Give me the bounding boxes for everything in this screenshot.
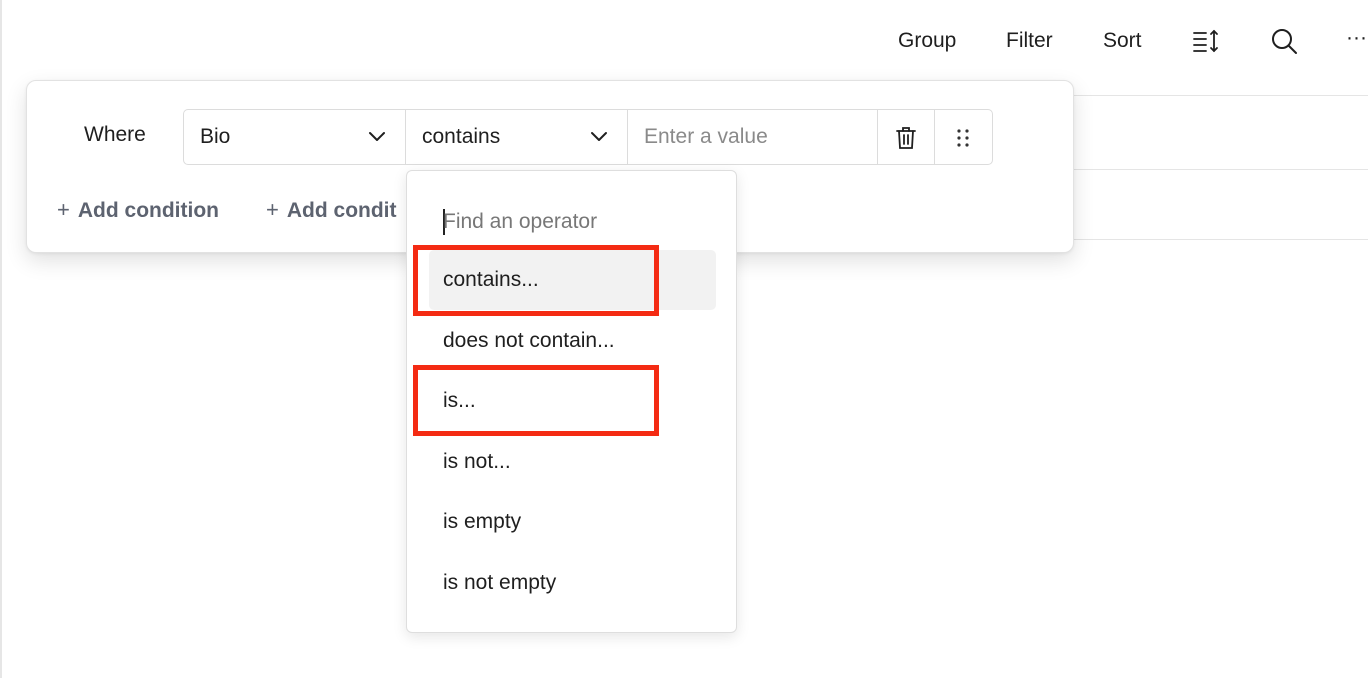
drag-handle-icon — [957, 129, 969, 147]
grid-line — [1070, 239, 1368, 240]
chevron-down-icon — [591, 132, 607, 141]
where-label: Where — [84, 123, 146, 146]
operator-option-is-not-empty[interactable]: is not empty — [429, 553, 716, 613]
drag-handle[interactable] — [935, 110, 992, 164]
condition-row: Bio contains — [183, 109, 993, 165]
plus-icon: + — [57, 197, 70, 222]
operator-option-does-not-contain[interactable]: does not contain... — [429, 311, 716, 371]
sort-button[interactable]: Sort — [1103, 24, 1142, 58]
add-condition-group-button[interactable]: + Add condit — [266, 197, 397, 223]
operator-search-input[interactable] — [441, 203, 711, 241]
operator-option-is-empty[interactable]: is empty — [429, 492, 716, 552]
operator-select[interactable]: contains — [406, 110, 628, 164]
operator-option-is-not[interactable]: is not... — [429, 432, 716, 492]
grid-line — [1070, 169, 1368, 170]
value-field-wrapper — [628, 110, 878, 164]
delete-condition-button[interactable] — [878, 110, 935, 164]
search-icon[interactable] — [1270, 27, 1298, 55]
add-condition-button[interactable]: + Add condition — [57, 197, 219, 223]
more-icon[interactable]: ··· — [1346, 21, 1367, 55]
value-input[interactable] — [628, 110, 877, 164]
highlight-box-is — [413, 365, 659, 436]
group-button[interactable]: Group — [898, 24, 956, 58]
field-select[interactable]: Bio — [184, 110, 406, 164]
field-select-value: Bio — [200, 125, 231, 148]
plus-icon: + — [266, 197, 279, 222]
highlight-box-contains — [413, 245, 659, 316]
add-condition-group-label: Add condit — [286, 199, 397, 222]
filter-button[interactable]: Filter — [1006, 24, 1053, 58]
left-edge — [0, 0, 2, 678]
grid-line — [1070, 95, 1368, 96]
chevron-down-icon — [369, 132, 385, 141]
add-condition-label: Add condition — [77, 199, 219, 222]
row-height-icon[interactable] — [1192, 27, 1220, 55]
trash-icon — [896, 127, 916, 149]
operator-select-value: contains — [422, 125, 501, 148]
